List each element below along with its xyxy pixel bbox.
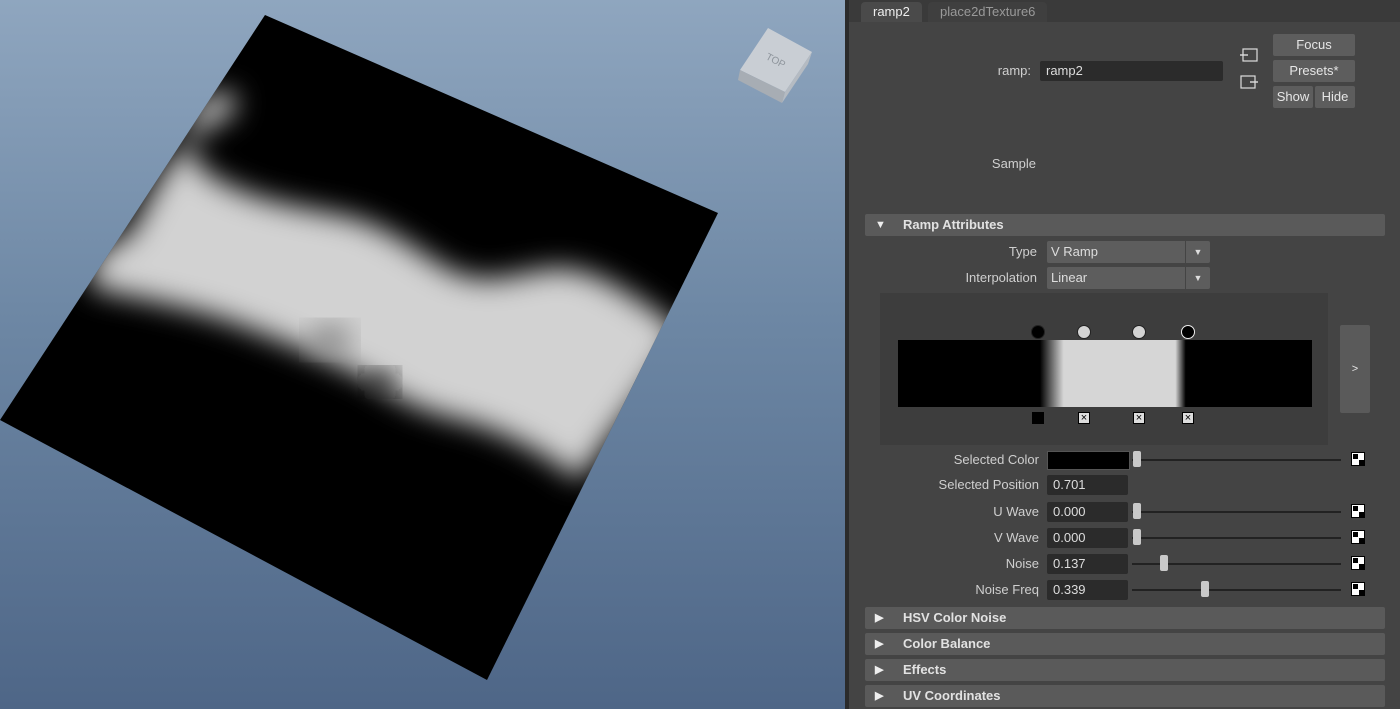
expanded-triangle-icon: ▼ [875,219,886,231]
map-button-icon[interactable] [1351,582,1365,596]
show-button[interactable]: Show [1273,86,1313,108]
noise-freq-label: Noise Freq [975,582,1039,597]
noise-field[interactable]: 0.137 [1047,554,1128,574]
v-wave-label: V Wave [993,530,1039,545]
v-wave-slider-track[interactable] [1132,537,1341,539]
ramp-expand-button[interactable]: > [1340,325,1370,413]
u-wave-label: U Wave [993,504,1039,519]
selected-color-slider-track[interactable] [1132,459,1341,461]
section-ramp-attributes[interactable]: ▼ Ramp Attributes [865,214,1385,236]
presets-button[interactable]: Presets* [1273,60,1355,82]
collapsed-triangle-icon: ▶ [875,664,884,676]
map-button-icon[interactable] [1351,530,1365,544]
noise-freq-slider-track[interactable] [1132,589,1341,591]
node-name-field[interactable]: ramp2 [1040,61,1223,81]
chevron-down-icon: ▼ [1185,241,1210,263]
hide-button[interactable]: Hide [1315,86,1355,108]
selected-color-swatch[interactable] [1047,451,1130,470]
map-button-icon[interactable] [1351,504,1365,518]
ramp-gradient-bar[interactable] [898,340,1312,407]
type-dropdown[interactable]: V Ramp ▼ [1047,241,1210,263]
section-title: Color Balance [903,636,991,651]
interpolation-label: Interpolation [965,270,1037,285]
section-color-balance[interactable]: ▶ Color Balance [865,633,1385,655]
selected-position-label: Selected Position [938,477,1039,492]
selected-color-label: Selected Color [953,452,1039,467]
section-ramp-attributes-title: Ramp Attributes [903,217,1004,232]
ramp-color-handle-3[interactable] [1132,325,1146,339]
chevron-down-icon: ▼ [1185,267,1210,289]
input-connection-icon[interactable] [1240,48,1258,62]
selected-color-slider-handle[interactable] [1133,451,1141,467]
tab-bar: ramp2 place2dTexture6 [849,0,1400,22]
section-uv-coordinates[interactable]: ▶ UV Coordinates [865,685,1385,707]
ramp-delete-handle-3[interactable]: × [1133,412,1145,424]
collapsed-triangle-icon: ▶ [875,690,884,702]
tab-place2dtexture6[interactable]: place2dTexture6 [928,2,1048,22]
noise-freq-field[interactable]: 0.339 [1047,580,1128,600]
attribute-editor: ramp2 place2dTexture6 ramp: ramp2 Focus … [849,0,1400,709]
interpolation-dropdown[interactable]: Linear ▼ [1047,267,1210,289]
u-wave-slider-handle[interactable] [1133,503,1141,519]
output-connection-icon[interactable] [1240,75,1258,89]
node-name-label: ramp: [997,63,1031,78]
v-wave-field[interactable]: 0.000 [1047,528,1128,548]
viewcube[interactable]: TOP [738,28,812,103]
ramp-editor: × × × [880,293,1328,445]
viewport-scene: TOP [0,15,812,680]
focus-button[interactable]: Focus [1273,34,1355,56]
noise-label: Noise [1005,556,1039,571]
noise-slider-handle[interactable] [1160,555,1168,571]
ramp-delete-handle-1[interactable] [1032,412,1044,424]
ramp-color-handle-4[interactable] [1181,325,1195,339]
ramp-delete-handle-2[interactable]: × [1078,412,1090,424]
sample-label: Sample [991,156,1036,171]
v-wave-slider-handle[interactable] [1133,529,1141,545]
map-button-icon[interactable] [1351,556,1365,570]
interpolation-value: Linear [1051,270,1088,285]
section-title: Effects [903,662,947,677]
selected-position-field[interactable]: 0.701 [1047,475,1128,495]
viewport-3d[interactable]: TOP [0,0,845,709]
section-title: UV Coordinates [903,688,1001,703]
type-value: V Ramp [1051,244,1098,259]
ramp-color-handle-2[interactable] [1077,325,1091,339]
ramp-delete-handle-4[interactable]: × [1182,412,1194,424]
u-wave-slider-track[interactable] [1132,511,1341,513]
ramp-color-handle-1[interactable] [1031,325,1045,339]
tab-ramp2[interactable]: ramp2 [861,2,922,22]
section-effects[interactable]: ▶ Effects [865,659,1385,681]
noise-freq-slider-handle[interactable] [1201,581,1209,597]
u-wave-field[interactable]: 0.000 [1047,502,1128,522]
section-hsv-color-noise[interactable]: ▶ HSV Color Noise [865,607,1385,629]
type-label: Type [1008,244,1037,259]
section-title: HSV Color Noise [903,610,1007,625]
collapsed-triangle-icon: ▶ [875,638,884,650]
textured-plane[interactable] [0,15,718,680]
map-button-icon[interactable] [1351,452,1365,466]
collapsed-triangle-icon: ▶ [875,612,884,624]
